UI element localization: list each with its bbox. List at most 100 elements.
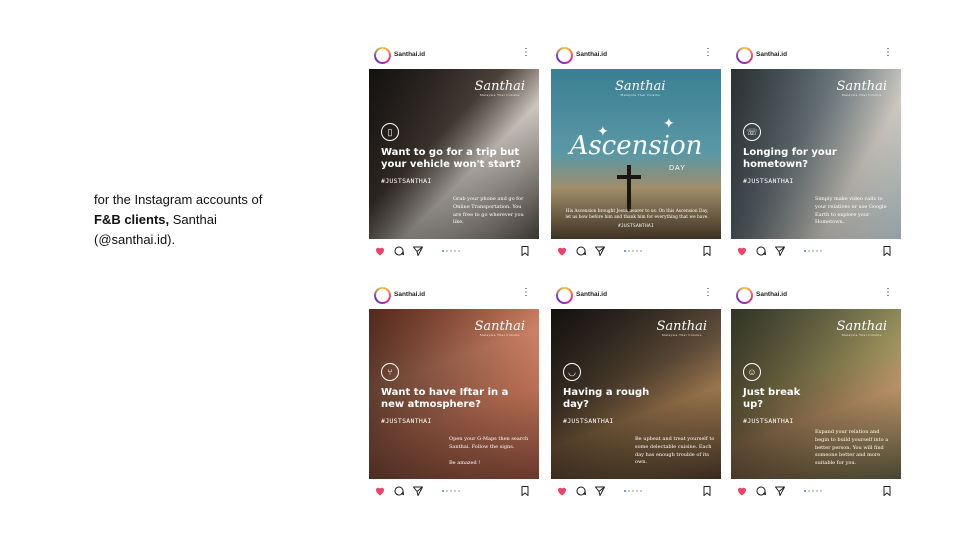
video-call-icon: ☏ (743, 123, 761, 141)
avatar[interactable] (374, 287, 391, 304)
post-body: Grab your phone and go for Online Transp… (453, 196, 524, 226)
post-headline: Want to have Iftar in a new atmosphere? (381, 387, 509, 410)
santhai-logo: Santhai Malaysia Thai Cuisine (656, 319, 707, 337)
account-name[interactable]: Santhai.id (756, 51, 787, 58)
hashtag: #JUSTSANTHAI (617, 224, 655, 229)
ascension-day: DAY (669, 165, 686, 172)
hashtag: #JUSTSANTHAI (381, 177, 432, 185)
send-icon[interactable] (412, 485, 424, 497)
bookmark-icon[interactable] (519, 245, 531, 257)
heart-icon[interactable] (374, 245, 386, 257)
avatar[interactable] (736, 47, 753, 64)
instagram-post-5: Santhai.id ⋮ Santhai Malaysia Thai Cuisin… (551, 286, 721, 502)
avatar[interactable] (374, 47, 391, 64)
post-actions (369, 484, 539, 500)
carousel-dots (442, 250, 466, 253)
heart-icon[interactable] (556, 485, 568, 497)
send-icon[interactable] (594, 485, 606, 497)
bookmark-icon[interactable] (701, 245, 713, 257)
food-bowl-icon: ◡ (563, 363, 581, 381)
post-body: Expand your relation and begin to build … (815, 429, 889, 467)
bookmark-icon[interactable] (881, 245, 893, 257)
dove-icon: ✦ (663, 115, 675, 131)
post-header: Santhai.id ⋮ (551, 46, 721, 68)
caption-bold: F&B clients, (94, 212, 170, 227)
avatar[interactable] (556, 287, 573, 304)
account-name[interactable]: Santhai.id (576, 291, 607, 298)
account-name[interactable]: Santhai.id (394, 291, 425, 298)
instagram-post-2: Santhai.id ⋮ Santhai Malaysia Thai Cuisin… (551, 46, 721, 262)
smile-icon: ☺ (743, 363, 761, 381)
heart-icon[interactable] (736, 245, 748, 257)
post-actions (369, 244, 539, 260)
comment-icon[interactable] (575, 245, 587, 257)
carousel-dots (804, 250, 828, 253)
post-headline: Longing for your hometown? (743, 147, 837, 170)
post-image: Santhai Malaysia Thai Cuisine ☏ Longing f… (731, 69, 901, 239)
comment-icon[interactable] (393, 485, 405, 497)
post-header: Santhai.id ⋮ (731, 286, 901, 308)
post-body: Be upbeat and treat yourself to some del… (635, 436, 715, 466)
post-image: Santhai Malaysia Thai Cuisine ✦ ✦ Ascensi… (551, 69, 721, 239)
hashtag: #JUSTSANTHAI (563, 417, 614, 425)
instagram-post-6: Santhai.id ⋮ Santhai Malaysia Thai Cuisin… (731, 286, 901, 502)
post-header: Santhai.id ⋮ (551, 286, 721, 308)
post-actions (731, 244, 901, 260)
santhai-logo: Santhai Malaysia Thai Cuisine (474, 319, 525, 337)
post-image: Santhai Malaysia Thai Cuisine ◡ Having a … (551, 309, 721, 479)
more-vertical-icon[interactable]: ⋮ (521, 288, 531, 298)
more-vertical-icon[interactable]: ⋮ (703, 48, 713, 58)
comment-icon[interactable] (575, 485, 587, 497)
phone-icon: ▯ (381, 123, 399, 141)
hashtag: #JUSTSANTHAI (743, 177, 794, 185)
carousel-dots (624, 490, 648, 493)
santhai-logo: Santhai Malaysia Thai Cuisine (615, 79, 666, 97)
avatar[interactable] (736, 287, 753, 304)
carousel-dots (804, 490, 828, 493)
comment-icon[interactable] (755, 245, 767, 257)
account-name[interactable]: Santhai.id (756, 291, 787, 298)
heart-icon[interactable] (556, 245, 568, 257)
post-body: His Ascension brought Jesus nearer to us… (565, 209, 709, 220)
instagram-post-1: Santhai.id ⋮ Santhai Malaysia Thai Cuisin… (369, 46, 539, 262)
carousel-dots (624, 250, 648, 253)
more-vertical-icon[interactable]: ⋮ (883, 48, 893, 58)
intro-caption: for the Instagram accounts of F&B client… (94, 190, 294, 250)
post-header: Santhai.id ⋮ (369, 46, 539, 68)
santhai-logo: Santhai Malaysia Thai Cuisine (836, 319, 887, 337)
more-vertical-icon[interactable]: ⋮ (703, 288, 713, 298)
more-vertical-icon[interactable]: ⋮ (521, 48, 531, 58)
instagram-post-4: Santhai.id ⋮ Santhai Malaysia Thai Cuisin… (369, 286, 539, 502)
send-icon[interactable] (774, 485, 786, 497)
avatar[interactable] (556, 47, 573, 64)
santhai-logo: Santhai Malaysia Thai Cuisine (474, 79, 525, 97)
heart-icon[interactable] (374, 485, 386, 497)
more-vertical-icon[interactable]: ⋮ (883, 288, 893, 298)
bookmark-icon[interactable] (701, 485, 713, 497)
post-body: Simply make video calls to your relative… (815, 196, 887, 226)
cross-icon (617, 165, 641, 211)
carousel-dots (442, 490, 466, 493)
heart-icon[interactable] (736, 485, 748, 497)
comment-icon[interactable] (755, 485, 767, 497)
send-icon[interactable] (594, 245, 606, 257)
post-image: Santhai Malaysia Thai Cuisine ⑂ Want to h… (369, 309, 539, 479)
ascension-title: Ascension (569, 131, 703, 161)
bookmark-icon[interactable] (519, 485, 531, 497)
santhai-logo: Santhai Malaysia Thai Cuisine (836, 79, 887, 97)
cutlery-icon: ⑂ (381, 363, 399, 381)
post-header: Santhai.id ⋮ (731, 46, 901, 68)
account-name[interactable]: Santhai.id (394, 51, 425, 58)
account-name[interactable]: Santhai.id (576, 51, 607, 58)
bookmark-icon[interactable] (881, 485, 893, 497)
post-image: Santhai Malaysia Thai Cuisine ☺ Just brea… (731, 309, 901, 479)
hashtag: #JUSTSANTHAI (381, 417, 432, 425)
post-body: Open your G-Maps then search Santhai. Fo… (449, 436, 529, 450)
send-icon[interactable] (412, 245, 424, 257)
post-actions (551, 244, 721, 260)
send-icon[interactable] (774, 245, 786, 257)
post-actions (551, 484, 721, 500)
post-note: Be amazed ! (449, 460, 481, 466)
post-headline: Want to go for a trip but your vehicle w… (381, 147, 521, 170)
comment-icon[interactable] (393, 245, 405, 257)
